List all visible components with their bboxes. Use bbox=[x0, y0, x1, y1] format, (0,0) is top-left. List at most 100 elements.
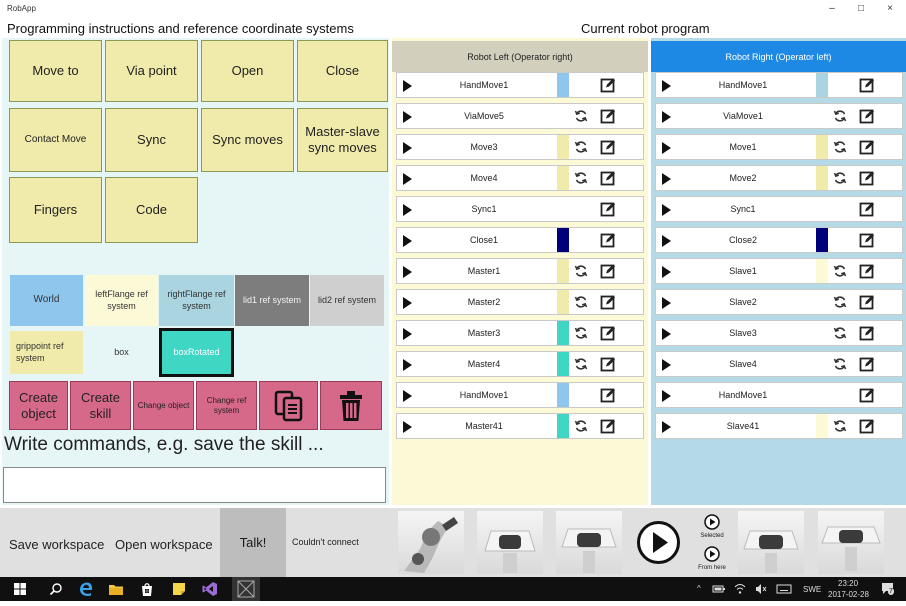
program-row[interactable]: Close2 bbox=[655, 227, 903, 253]
edit-icon[interactable] bbox=[600, 387, 616, 403]
copy-button[interactable] bbox=[259, 381, 318, 430]
sync-icon[interactable] bbox=[574, 140, 588, 154]
play-step-icon[interactable] bbox=[403, 266, 412, 278]
sync-icon[interactable] bbox=[833, 326, 847, 340]
robot-thumbnail[interactable] bbox=[477, 511, 543, 574]
edit-icon[interactable] bbox=[600, 263, 616, 279]
play-step-icon[interactable] bbox=[403, 328, 412, 340]
program-row[interactable]: Master4 bbox=[396, 351, 644, 377]
play-from-here-button[interactable]: From here bbox=[697, 546, 727, 576]
keyboard-icon[interactable] bbox=[776, 582, 792, 596]
sync-icon[interactable] bbox=[833, 140, 847, 154]
ref-world[interactable]: World bbox=[10, 275, 83, 326]
program-row[interactable]: ViaMove1 bbox=[655, 103, 903, 129]
edit-icon[interactable] bbox=[859, 356, 875, 372]
sync-icon[interactable] bbox=[833, 419, 847, 433]
tray-chevron-icon[interactable]: ^ bbox=[697, 584, 701, 593]
program-row[interactable]: Close1 bbox=[396, 227, 644, 253]
file-explorer-icon[interactable] bbox=[108, 581, 124, 597]
edit-icon[interactable] bbox=[859, 232, 875, 248]
sync-icon[interactable] bbox=[833, 171, 847, 185]
contact-move-button[interactable]: Contact Move bbox=[9, 108, 102, 172]
master-slave-sync-button[interactable]: Master-slave sync moves bbox=[297, 108, 388, 172]
play-step-icon[interactable] bbox=[403, 390, 412, 402]
sync-icon[interactable] bbox=[574, 109, 588, 123]
edit-icon[interactable] bbox=[859, 325, 875, 341]
program-row[interactable]: HandMove1 bbox=[655, 382, 903, 408]
volume-icon[interactable] bbox=[754, 582, 768, 596]
command-input[interactable] bbox=[3, 467, 386, 503]
language-indicator[interactable]: SWE bbox=[803, 585, 821, 594]
edit-icon[interactable] bbox=[859, 294, 875, 310]
robot-thumbnail[interactable] bbox=[556, 511, 622, 574]
edit-icon[interactable] bbox=[600, 418, 616, 434]
edit-icon[interactable] bbox=[600, 77, 616, 93]
play-step-icon[interactable] bbox=[403, 80, 412, 92]
edit-icon[interactable] bbox=[859, 108, 875, 124]
minimize-button[interactable]: – bbox=[822, 2, 842, 16]
sync-icon[interactable] bbox=[574, 264, 588, 278]
program-row[interactable]: HandMove1 bbox=[396, 72, 644, 98]
ref-right-flange[interactable]: rightFlange ref system bbox=[159, 275, 234, 326]
edit-icon[interactable] bbox=[859, 170, 875, 186]
play-step-icon[interactable] bbox=[662, 421, 671, 433]
program-row[interactable]: Slave41 bbox=[655, 413, 903, 439]
sync-button[interactable]: Sync bbox=[105, 108, 198, 172]
save-workspace-button[interactable]: Save workspace bbox=[9, 537, 104, 552]
maximize-button[interactable]: □ bbox=[851, 2, 871, 16]
open-button[interactable]: Open bbox=[201, 40, 294, 102]
program-row[interactable]: Slave4 bbox=[655, 351, 903, 377]
create-skill-button[interactable]: Create skill bbox=[70, 381, 131, 430]
action-center-button[interactable]: 7 bbox=[880, 581, 896, 597]
fingers-button[interactable]: Fingers bbox=[9, 177, 102, 243]
ref-left-flange[interactable]: leftFlange ref system bbox=[85, 275, 158, 326]
edit-icon[interactable] bbox=[600, 170, 616, 186]
program-row[interactable]: Master3 bbox=[396, 320, 644, 346]
visual-studio-icon[interactable] bbox=[202, 581, 218, 597]
play-step-icon[interactable] bbox=[662, 80, 671, 92]
open-workspace-button[interactable]: Open workspace bbox=[115, 537, 213, 552]
program-row[interactable]: Slave2 bbox=[655, 289, 903, 315]
edit-icon[interactable] bbox=[859, 139, 875, 155]
sync-icon[interactable] bbox=[833, 109, 847, 123]
program-row[interactable]: Move3 bbox=[396, 134, 644, 160]
play-step-icon[interactable] bbox=[403, 204, 412, 216]
edit-icon[interactable] bbox=[600, 294, 616, 310]
play-program-button[interactable] bbox=[636, 520, 681, 565]
play-step-icon[interactable] bbox=[662, 266, 671, 278]
play-selected-button[interactable]: Selected bbox=[697, 514, 727, 544]
via-point-button[interactable]: Via point bbox=[105, 40, 198, 102]
create-object-button[interactable]: Create object bbox=[9, 381, 68, 430]
ref-grippoint[interactable]: grippoint ref system bbox=[10, 331, 83, 374]
sync-icon[interactable] bbox=[833, 264, 847, 278]
play-step-icon[interactable] bbox=[662, 235, 671, 247]
play-step-icon[interactable] bbox=[403, 173, 412, 185]
play-step-icon[interactable] bbox=[403, 142, 412, 154]
edit-icon[interactable] bbox=[859, 387, 875, 403]
battery-icon[interactable] bbox=[712, 582, 726, 596]
store-icon[interactable] bbox=[139, 581, 155, 597]
play-step-icon[interactable] bbox=[403, 111, 412, 123]
program-row[interactable]: Sync1 bbox=[396, 196, 644, 222]
sync-icon[interactable] bbox=[574, 357, 588, 371]
edit-icon[interactable] bbox=[600, 139, 616, 155]
ref-lid1[interactable]: lid1 ref system bbox=[235, 275, 309, 326]
sync-moves-button[interactable]: Sync moves bbox=[201, 108, 294, 172]
play-step-icon[interactable] bbox=[662, 359, 671, 371]
sync-icon[interactable] bbox=[574, 171, 588, 185]
sync-icon[interactable] bbox=[833, 357, 847, 371]
robot-thumbnail[interactable] bbox=[818, 511, 884, 574]
program-row[interactable]: Master1 bbox=[396, 258, 644, 284]
edit-icon[interactable] bbox=[600, 356, 616, 372]
sync-icon[interactable] bbox=[833, 295, 847, 309]
sticky-notes-icon[interactable] bbox=[171, 581, 187, 597]
play-step-icon[interactable] bbox=[662, 142, 671, 154]
program-row[interactable]: Move1 bbox=[655, 134, 903, 160]
edit-icon[interactable] bbox=[859, 201, 875, 217]
ref-box[interactable]: box bbox=[85, 331, 158, 374]
play-step-icon[interactable] bbox=[662, 297, 671, 309]
play-step-icon[interactable] bbox=[662, 390, 671, 402]
edit-icon[interactable] bbox=[859, 263, 875, 279]
change-object-button[interactable]: Change object bbox=[133, 381, 194, 430]
play-step-icon[interactable] bbox=[403, 421, 412, 433]
